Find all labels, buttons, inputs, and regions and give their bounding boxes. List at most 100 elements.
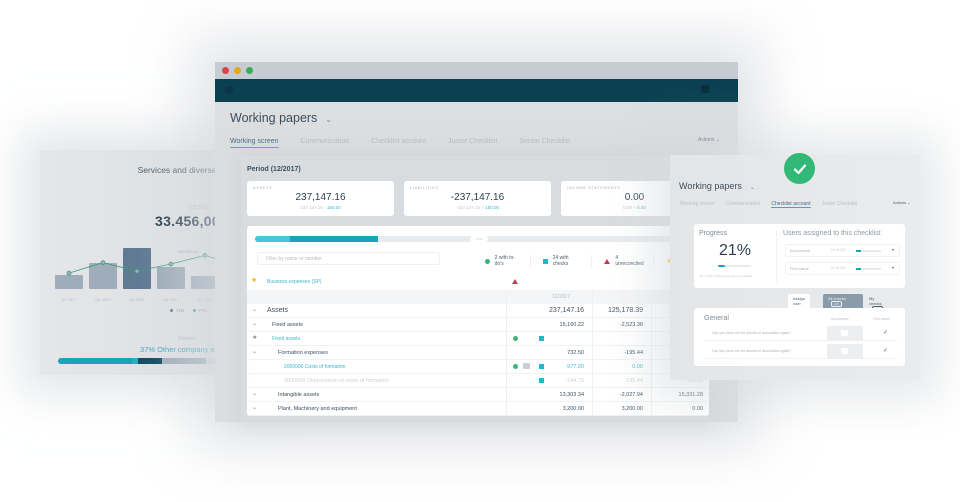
value-difference: -2,027.94 [619, 392, 643, 398]
tab-communication[interactable]: Communication [301, 138, 350, 148]
stat-unreconciled[interactable]: 4 unreconciled [604, 255, 655, 267]
search-icon[interactable] [650, 85, 658, 93]
checkmark-icon[interactable]: ✓ [883, 347, 888, 354]
value-difference: 0.00 [632, 364, 643, 370]
star-icon[interactable]: ★ [252, 335, 257, 341]
value-12-2017: 237,147.16 [548, 307, 584, 314]
general-checklist-card: General Accountant First name Can you se… [694, 308, 905, 366]
account-name: Plant, Machinery and equipment [278, 406, 357, 412]
star-icon[interactable]: ★ [251, 277, 257, 284]
checkmark-icon[interactable]: ✓ [883, 329, 888, 336]
value-12-2017: -244.70 [565, 378, 584, 384]
value-12-2017: 977.20 [567, 364, 584, 370]
filter-input[interactable]: Filter by name or number [257, 252, 440, 265]
user-menu-icon[interactable]: ▾ [892, 265, 894, 270]
progress-bar [718, 265, 751, 267]
stat-checks[interactable]: 24 with checks [543, 255, 593, 267]
legend-dot-icon [170, 309, 173, 313]
tab-checklist-account[interactable]: Checklist account [371, 138, 426, 148]
value-12-2016: 15,331.28 [678, 392, 703, 398]
chevron-down-icon[interactable]: ⌄ [252, 404, 257, 411]
chevron-down-icon: ⌄ [325, 115, 333, 124]
drag-handle-icon[interactable]: ○ [252, 365, 254, 370]
ptd-point [134, 268, 140, 274]
account-name: 2000009 Depreciation of costs of formati… [284, 378, 389, 384]
top-navbar [215, 79, 738, 102]
todo-dot-icon[interactable] [513, 336, 518, 341]
title-bar [215, 62, 738, 79]
maximize-window-button[interactable] [246, 67, 253, 74]
division-segment [138, 358, 162, 364]
chevron-down-icon[interactable]: ⌄ [252, 390, 257, 397]
chevron-down-icon[interactable]: ⌄ [252, 320, 257, 327]
warning-triangle-icon [512, 279, 518, 284]
checklist-tabs: Working screen Communication Checklist a… [680, 201, 857, 208]
account-name: Intangible assets [278, 392, 320, 398]
value-12-2016: 0.00 [692, 406, 703, 412]
minimize-window-button[interactable] [234, 67, 241, 74]
all-checks-button[interactable]: All checks100 [823, 294, 863, 309]
user-menu-icon[interactable]: ▾ [892, 247, 894, 252]
table-row[interactable]: ⌄ Plant, Machinery and equipment 3,200.00 3… [247, 402, 709, 416]
check-square-icon[interactable] [539, 336, 544, 341]
logo-icon[interactable] [225, 86, 233, 94]
table-row[interactable]: ⌄Fixed assets15,160.22-2,523.3817,663.60 [247, 318, 709, 332]
warning-triangle-icon [604, 258, 611, 264]
tab-bar: Working screen Communication Checklist a… [230, 138, 570, 148]
table-row[interactable]: ★ Fixed assets [247, 332, 709, 346]
column-header: 12/2017 12/2016 [247, 290, 709, 304]
todo-dot-icon[interactable] [513, 364, 518, 369]
chat-icon[interactable] [667, 85, 675, 93]
tab-junior-checklist[interactable]: Junior Checklist [448, 138, 497, 148]
pinned-row[interactable]: ★ Business expenses (SP) [247, 275, 709, 289]
period-title: Period (12/2017) [247, 166, 301, 173]
division-segment [58, 358, 132, 364]
settings-icon[interactable] [684, 85, 692, 93]
chevron-down-icon[interactable]: ⌄ [252, 306, 257, 313]
message-icon[interactable] [701, 85, 709, 93]
table-row[interactable]: ⌄Formation expenses732.50-195.44926.94 [247, 346, 709, 360]
table-row[interactable]: ○ 2000009 Depreciation of costs of format… [247, 374, 709, 388]
division-segment [162, 358, 206, 364]
user-row[interactable]: First name 21 of 100 ▾ [785, 262, 900, 275]
table-row[interactable]: ○2000000 Costs of formation977.200.00977… [247, 360, 709, 374]
tab-working-screen[interactable]: Working screen [680, 201, 715, 208]
table-row[interactable]: ⌄ Intangible assets 13,303.34 -2,027.94 15,3… [247, 388, 709, 402]
checklist-actions-dropdown[interactable]: Actions ⌄ [893, 200, 911, 205]
tab-junior-checklist[interactable]: Junior Checklist [822, 201, 857, 208]
division-label: Division [178, 336, 196, 342]
tab-senior-checklist[interactable]: Senior Checklist [519, 138, 570, 148]
accounts-table-card: 27% Filter by name or number 2 with to-d… [247, 226, 709, 416]
table-row[interactable]: ⌄Assets237,147.16125,178.39111,968.77 [247, 304, 709, 318]
kpi-assets: ASSETS 237,147.16 237,147.16 · 150.00 [247, 181, 394, 216]
checklist-question-row: Can you send me the articles of associat… [704, 344, 897, 359]
user-row[interactable]: Accountant 21 of 100 ▾ [785, 244, 900, 257]
account-name: Fixed assets [272, 322, 303, 328]
ptd-point [100, 260, 106, 265]
logout-icon[interactable] [718, 85, 726, 93]
stat-todos[interactable]: 2 with to-do's [485, 255, 532, 267]
ptd-point [202, 253, 208, 258]
accountant-checkbox[interactable] [827, 326, 863, 341]
ptd-line [68, 254, 240, 274]
chevron-down-icon[interactable]: ⌄ [252, 348, 257, 355]
working-screen-panel: Period (12/2017) Actions ⌄ ASSETS 237,14… [241, 156, 709, 421]
value-difference: 125,178.39 [607, 307, 643, 314]
tab-communication[interactable]: Communication [726, 201, 761, 208]
tab-working-screen[interactable]: Working screen [230, 138, 279, 148]
check-square-icon [543, 258, 548, 264]
chevron-down-icon: ⌄ [715, 137, 720, 143]
account-name: Assets [267, 307, 289, 314]
actions-dropdown[interactable]: Actions ⌄ [698, 137, 720, 143]
account-name: Fixed assets [272, 336, 301, 342]
accountant-checkbox[interactable] [827, 344, 863, 359]
close-window-button[interactable] [222, 67, 229, 74]
success-check-icon [784, 153, 815, 184]
progress-value: 21% [719, 242, 752, 259]
page-title[interactable]: Working papers ⌄ [230, 111, 332, 125]
tab-checklist-account[interactable]: Checklist account [771, 201, 811, 208]
checklist-title[interactable]: Working papers ⌄ [679, 181, 755, 191]
drag-handle-icon[interactable]: ○ [252, 379, 254, 384]
progress-card: Progress 21% 21 of 100 checks have been … [694, 224, 905, 288]
assign-user-button[interactable]: Assign user [788, 294, 811, 308]
